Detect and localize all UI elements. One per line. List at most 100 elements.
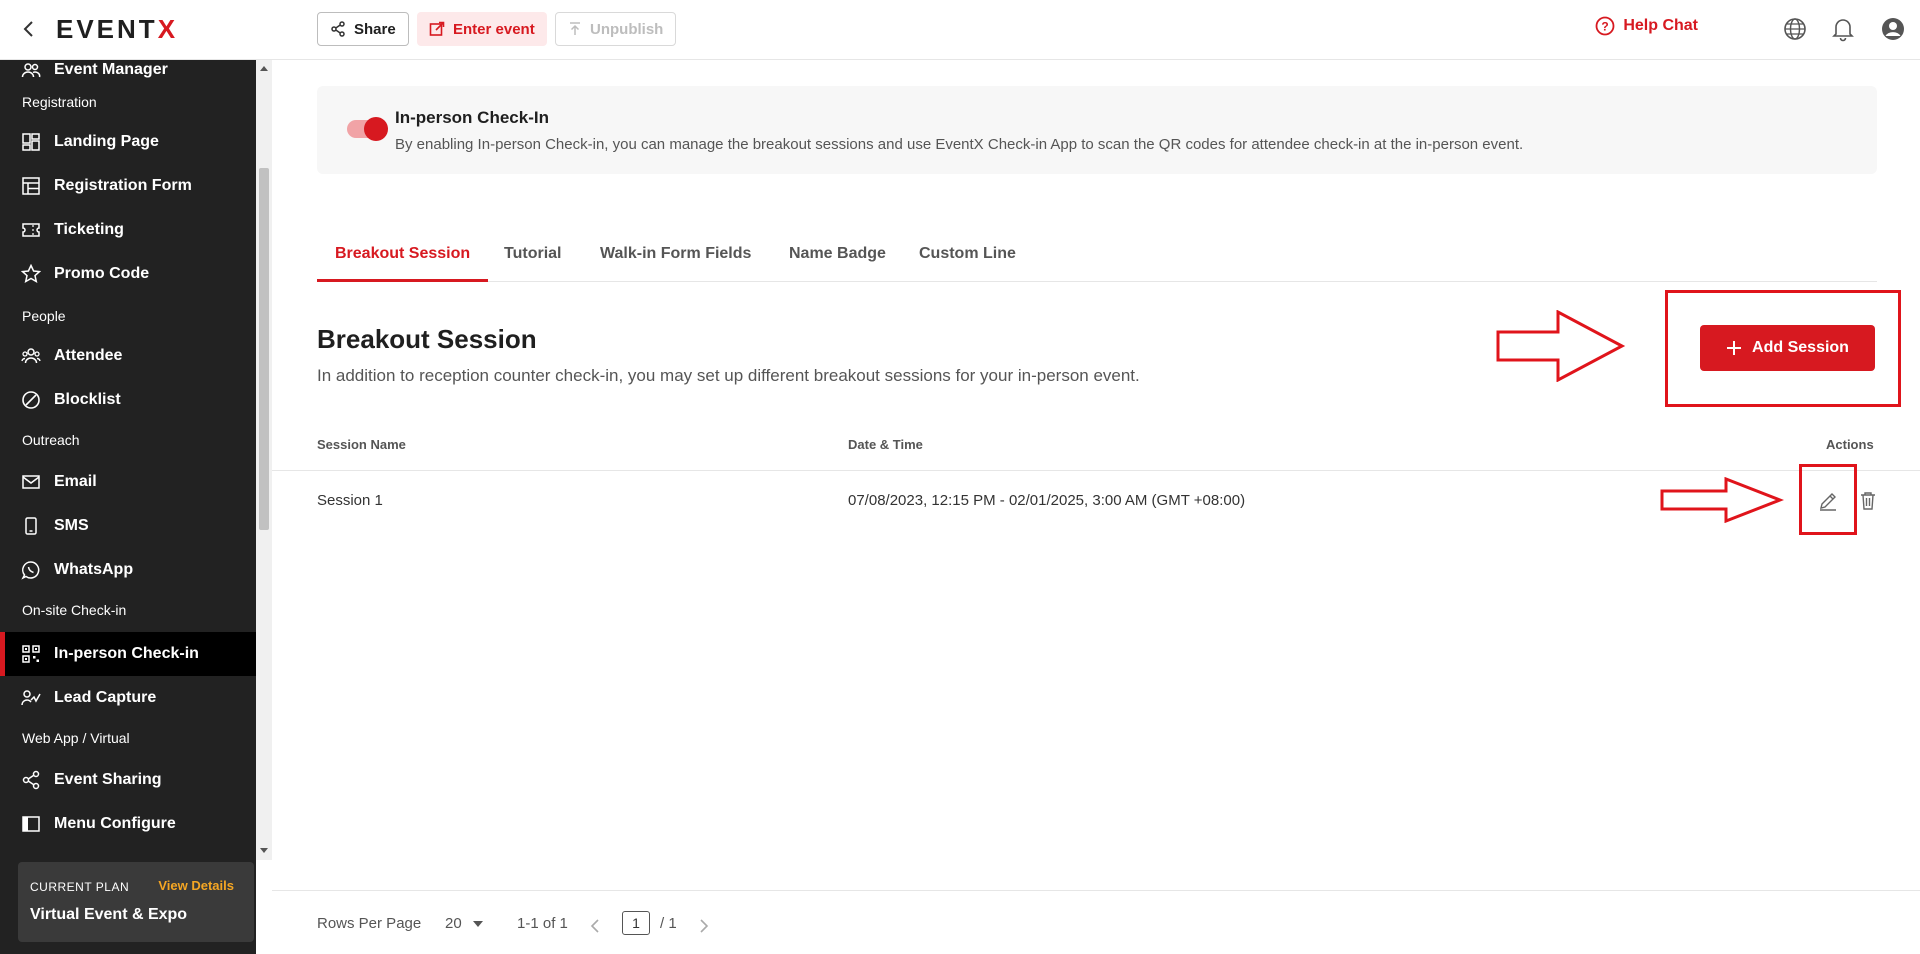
share-icon bbox=[20, 769, 42, 791]
session-name-cell: Session 1 bbox=[317, 492, 383, 509]
total-pages: / 1 bbox=[660, 915, 677, 932]
rows-per-page-value: 20 bbox=[445, 915, 462, 932]
sidebar-item-ticketing[interactable]: Ticketing bbox=[0, 208, 256, 252]
pagination-bar: Rows Per Page 20 1-1 of 1 1 / 1 bbox=[272, 890, 1920, 954]
bell-icon[interactable] bbox=[1830, 16, 1856, 42]
main-content: In-person Check-In By enabling In-person… bbox=[272, 60, 1920, 954]
star-icon bbox=[20, 263, 42, 285]
toggle-knob bbox=[364, 117, 388, 141]
add-session-button[interactable]: Add Session bbox=[1700, 325, 1875, 371]
plus-icon bbox=[1727, 341, 1742, 355]
ticket-icon bbox=[20, 219, 42, 241]
sidebar-item-label: Ticketing bbox=[54, 221, 124, 238]
sidebar-item-landing-page[interactable]: Landing Page bbox=[0, 120, 256, 164]
annotation-arrow-icon bbox=[1660, 477, 1784, 523]
sidebar-item-sms[interactable]: SMS bbox=[0, 504, 256, 548]
sidebar-item-label: WhatsApp bbox=[54, 561, 134, 578]
sidebar-item-label: SMS bbox=[54, 517, 89, 534]
unpublish-button[interactable]: Unpublish bbox=[555, 12, 677, 46]
globe-icon[interactable] bbox=[1782, 16, 1808, 42]
block-icon bbox=[20, 389, 42, 411]
share-button[interactable]: Share bbox=[317, 12, 409, 46]
plan-name: Virtual Event & Expo bbox=[30, 906, 188, 923]
rows-per-page-select[interactable]: 20 bbox=[445, 915, 484, 932]
help-icon: ? bbox=[1595, 16, 1615, 36]
help-chat-label: Help Chat bbox=[1623, 17, 1698, 34]
sidebar-item-label: Menu Configure bbox=[54, 815, 176, 832]
annotation-arrow-icon bbox=[1496, 310, 1626, 382]
scroll-thumb[interactable] bbox=[259, 168, 269, 530]
column-header-actions: Actions bbox=[1826, 437, 1874, 452]
enter-event-button[interactable]: Enter event bbox=[417, 12, 547, 46]
sidebar-item-label: Email bbox=[54, 473, 97, 490]
sidebar-item-event-sharing[interactable]: Event Sharing bbox=[0, 758, 256, 802]
tab-custom-line[interactable]: Custom Line bbox=[919, 230, 1016, 282]
table-icon bbox=[20, 175, 42, 197]
session-datetime-cell: 07/08/2023, 12:15 PM - 02/01/2025, 3:00 … bbox=[848, 492, 1246, 509]
checkin-title: In-person Check-In bbox=[395, 108, 549, 127]
sidebar-item-whatsapp[interactable]: WhatsApp bbox=[0, 548, 256, 592]
sidebar-scrollbar[interactable] bbox=[256, 60, 272, 860]
sidebar-item-label: Attendee bbox=[54, 347, 123, 364]
tab-breakout-session[interactable]: Breakout Session bbox=[317, 230, 489, 282]
sidebar-item-event-manager[interactable]: Event Manager bbox=[0, 60, 256, 92]
sidebar-section-people: People bbox=[22, 308, 66, 324]
share-icon bbox=[331, 21, 345, 37]
sidebar-item-in-person-checkin[interactable]: In-person Check-in bbox=[0, 632, 256, 676]
sidebar-item-label: In-person Check-in bbox=[54, 645, 199, 662]
view-details-link[interactable]: View Details bbox=[158, 878, 234, 893]
qr-code-icon bbox=[20, 643, 42, 665]
sidebar-section-registration: Registration bbox=[22, 94, 97, 110]
sidebar: Event Manager Registration Landing Page … bbox=[0, 60, 256, 954]
help-chat-button[interactable]: ? Help Chat bbox=[1595, 16, 1698, 36]
sidebar-item-promo-code[interactable]: Promo Code bbox=[0, 252, 256, 296]
pagination-range: 1-1 of 1 bbox=[517, 915, 568, 932]
sidebar-item-label: Promo Code bbox=[54, 265, 150, 282]
eventx-logo[interactable]: EVENTX bbox=[56, 14, 178, 45]
logo-text: EVENT bbox=[56, 14, 158, 44]
back-arrow-icon[interactable] bbox=[18, 18, 40, 40]
tab-walk-in-form-fields[interactable]: Walk-in Form Fields bbox=[600, 230, 751, 282]
current-plan-card: CURRENT PLAN View Details Virtual Event … bbox=[18, 862, 254, 942]
tab-name-badge[interactable]: Name Badge bbox=[789, 230, 886, 282]
mail-icon bbox=[20, 471, 42, 493]
prev-page-icon[interactable] bbox=[590, 919, 600, 933]
checkin-toggle-card: In-person Check-In By enabling In-person… bbox=[317, 86, 1877, 174]
table-divider bbox=[272, 470, 1920, 471]
column-header-session-name: Session Name bbox=[317, 437, 406, 452]
sidebar-section-web-app: Web App / Virtual bbox=[22, 730, 130, 746]
current-page-input[interactable]: 1 bbox=[622, 911, 650, 935]
sidebar-item-registration-form[interactable]: Registration Form bbox=[0, 164, 256, 208]
add-session-label: Add Session bbox=[1752, 339, 1849, 356]
top-bar: EVENTX Share Enter event Unpublish ? Hel… bbox=[0, 0, 1920, 60]
delete-icon[interactable] bbox=[1857, 490, 1879, 512]
sidebar-item-attendee[interactable]: Attendee bbox=[0, 334, 256, 378]
sidebar-item-email[interactable]: Email bbox=[0, 460, 256, 504]
svg-text:?: ? bbox=[1602, 20, 1609, 34]
logo-x: X bbox=[157, 14, 179, 44]
menu-layout-icon bbox=[20, 813, 42, 835]
next-page-icon[interactable] bbox=[699, 919, 709, 933]
sidebar-section-onsite-checkin: On-site Check-in bbox=[22, 602, 127, 618]
sidebar-item-label: Lead Capture bbox=[54, 689, 157, 706]
sidebar-item-lead-capture[interactable]: Lead Capture bbox=[0, 676, 256, 720]
sidebar-item-label: Registration Form bbox=[54, 177, 192, 194]
tab-tutorial[interactable]: Tutorial bbox=[504, 230, 561, 282]
lead-capture-icon bbox=[20, 687, 42, 709]
unpublish-label: Unpublish bbox=[590, 20, 664, 38]
sidebar-item-menu-configure[interactable]: Menu Configure bbox=[0, 802, 256, 846]
sidebar-section-outreach: Outreach bbox=[22, 432, 80, 448]
layout-icon bbox=[20, 131, 42, 153]
sidebar-item-blocklist[interactable]: Blocklist bbox=[0, 378, 256, 422]
checkin-toggle-switch[interactable] bbox=[347, 117, 388, 141]
user-avatar-icon[interactable] bbox=[1880, 16, 1906, 42]
scroll-down-arrow[interactable] bbox=[260, 848, 268, 853]
sidebar-item-label: Event Manager bbox=[54, 61, 168, 78]
phone-icon bbox=[20, 515, 42, 537]
breakout-session-title: Breakout Session bbox=[317, 324, 537, 354]
attendee-icon bbox=[20, 345, 42, 367]
edit-icon[interactable] bbox=[1817, 490, 1839, 512]
upload-icon bbox=[570, 22, 580, 35]
scroll-up-arrow[interactable] bbox=[260, 66, 268, 71]
breakout-session-description: In addition to reception counter check-i… bbox=[317, 366, 1140, 385]
